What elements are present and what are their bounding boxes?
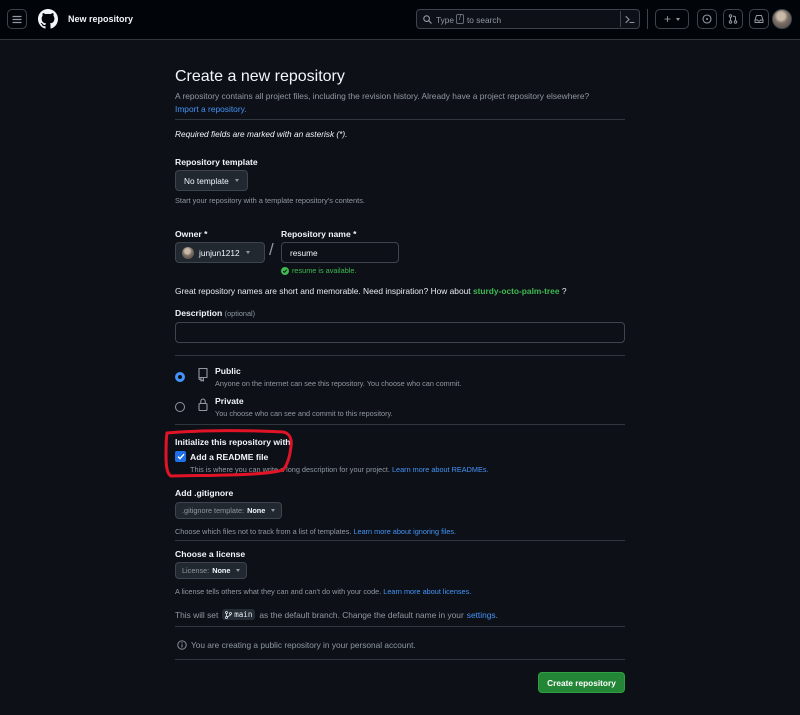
license-help: A license tells others what they can and… <box>175 587 471 596</box>
user-avatar[interactable] <box>772 9 792 29</box>
inspiration-suffix: ? <box>561 286 567 296</box>
branch-chip: main <box>222 609 256 620</box>
create-new-button[interactable]: + <box>655 9 689 29</box>
settings-link[interactable]: settings <box>467 610 496 620</box>
section-divider <box>175 540 625 541</box>
inspiration-prefix: Great repository names are short and mem… <box>175 286 471 296</box>
top-header: New repository Type / to search + <box>0 0 800 40</box>
menu-button[interactable] <box>7 9 27 29</box>
gitignore-btn-prefix: .gitignore template: <box>182 506 245 515</box>
section-divider <box>175 355 625 356</box>
chevron-down-icon <box>271 509 276 512</box>
branch-middle: as the default branch. Change the defaul… <box>259 609 464 620</box>
gitignore-learn-more-link[interactable]: Learn more about ignoring files. <box>353 527 456 536</box>
inbox-button[interactable] <box>749 9 769 29</box>
private-label[interactable]: Private <box>215 396 244 406</box>
availability-text: resume is available. <box>292 266 357 275</box>
search-icon <box>423 15 432 24</box>
owner-repo-separator: / <box>269 240 274 259</box>
repo-name-input[interactable]: resume <box>281 242 399 263</box>
owner-label: Owner * <box>175 229 208 239</box>
description-optional: (optional) <box>224 309 256 318</box>
repo-public-icon <box>198 367 208 382</box>
description-label-text: Description <box>175 308 223 318</box>
availability-status: resume is available. <box>281 266 357 275</box>
hamburger-icon <box>12 15 22 23</box>
intro-text: A repository contains all project files,… <box>175 91 590 101</box>
gitignore-btn-value: None <box>247 506 266 515</box>
red-annotation-outline <box>164 429 293 478</box>
chevron-down-icon <box>234 179 239 182</box>
public-radio[interactable] <box>175 372 185 382</box>
branch-prefix: This will set <box>175 609 219 620</box>
issues-button[interactable] <box>697 9 717 29</box>
default-branch-note: This will set main as the default branch… <box>175 609 498 620</box>
command-palette-icon[interactable] <box>625 15 635 24</box>
chevron-down-icon <box>245 251 250 254</box>
page-title: Create a new repository <box>175 68 345 85</box>
branch-name: main <box>234 610 253 619</box>
license-label: Choose a license <box>175 549 246 559</box>
header-divider <box>647 9 648 29</box>
lock-icon <box>198 398 208 412</box>
readme-learn-more-link[interactable]: Learn more about READMEs. <box>392 465 489 474</box>
license-help-text: A license tells others what they can and… <box>175 587 382 596</box>
section-divider <box>175 424 625 425</box>
public-label[interactable]: Public <box>215 366 241 376</box>
issue-icon <box>702 14 712 24</box>
template-help: Start your repository with a template re… <box>175 196 365 205</box>
license-btn-prefix: License: <box>182 566 210 575</box>
github-logo-icon[interactable] <box>38 9 58 29</box>
inbox-icon <box>754 15 764 23</box>
public-help: Anyone on the internet can see this repo… <box>215 379 462 388</box>
gitignore-label: Add .gitignore <box>175 488 234 498</box>
owner-value: junjun1212 <box>199 247 240 258</box>
search-input[interactable]: Type / to search <box>416 9 640 29</box>
owner-avatar <box>182 246 194 259</box>
search-shortcut-key: / <box>456 14 464 24</box>
required-note: Required fields are marked with an aster… <box>175 129 348 139</box>
gitignore-help-text: Choose which files not to track from a l… <box>175 527 352 536</box>
header-title[interactable]: New repository <box>68 14 133 24</box>
license-select[interactable]: License: None <box>175 562 248 579</box>
gitignore-help: Choose which files not to track from a l… <box>175 527 456 536</box>
check-circle-icon <box>281 266 289 275</box>
suggested-name-link[interactable]: sturdy-octo-palm-tree <box>473 286 560 296</box>
description-input[interactable] <box>175 322 625 343</box>
chevron-down-icon <box>676 17 680 21</box>
search-placeholder-prefix: Type <box>436 15 454 25</box>
gitignore-select[interactable]: .gitignore template: None <box>175 502 283 519</box>
pull-requests-button[interactable] <box>723 9 743 29</box>
import-repository-link[interactable]: Import a repository. <box>175 104 247 114</box>
info-icon <box>177 640 187 650</box>
license-btn-value: None <box>212 566 231 575</box>
section-divider <box>175 119 625 120</box>
license-learn-more-link[interactable]: Learn more about licenses. <box>383 587 471 596</box>
git-branch-icon <box>225 610 233 619</box>
repo-name-label: Repository name * <box>281 229 357 239</box>
owner-select[interactable]: junjun1212 <box>175 242 265 263</box>
chevron-down-icon <box>236 569 241 572</box>
pull-request-icon <box>728 14 738 24</box>
public-account-notice: You are creating a public repository in … <box>177 640 416 650</box>
name-inspiration: Great repository names are short and mem… <box>175 286 567 296</box>
template-label: Repository template <box>175 157 258 167</box>
branch-end: . <box>495 609 498 620</box>
template-value: No template <box>184 175 229 186</box>
plus-icon: + <box>663 12 671 26</box>
private-radio[interactable] <box>175 402 185 412</box>
template-select[interactable]: No template <box>175 170 248 191</box>
description-label: Description (optional) <box>175 308 255 318</box>
search-placeholder-suffix: to search <box>467 15 502 25</box>
public-account-text: You are creating a public repository in … <box>191 640 416 650</box>
search-divider <box>620 11 621 27</box>
section-divider <box>175 626 625 627</box>
section-divider <box>175 659 625 660</box>
private-help: You choose who can see and commit to thi… <box>215 409 393 418</box>
create-repository-button[interactable]: Create repository <box>538 672 625 693</box>
